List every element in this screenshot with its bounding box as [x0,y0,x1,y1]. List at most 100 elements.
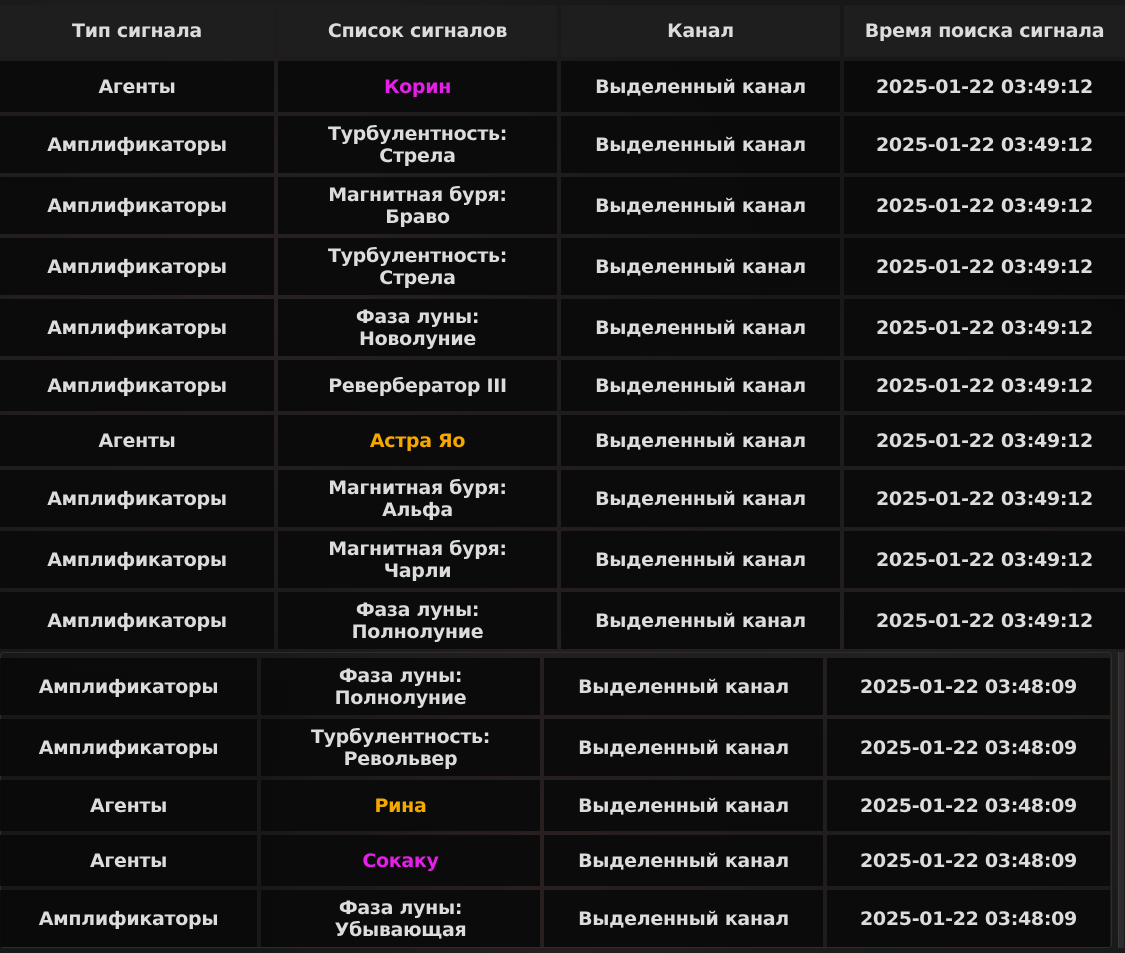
signal-name-cell-text: Турбулентность: Стрела [327,122,508,167]
header-signal-type: Тип сигнала [0,5,274,57]
header-signal-list: Список сигналов [278,5,557,57]
search-time-cell: 2025-01-22 03:49:12 [844,470,1125,527]
search-time-cell-text: 2025-01-22 03:49:12 [876,133,1093,156]
signal-type-cell-text: Амплификаторы [47,609,227,632]
signal-type-cell-text: Амплификаторы [38,736,219,759]
signal-name-cell-text: Турбулентность: Стрела [327,244,508,289]
channel-cell: Выделенный канал [561,531,840,588]
search-time-cell: 2025-01-22 03:49:12 [844,592,1125,649]
signal-type-cell: Амплификаторы [0,890,257,947]
search-time-cell-text: 2025-01-22 03:49:12 [876,487,1093,510]
signal-type-cell-text: Амплификаторы [38,675,219,698]
search-time-cell-text: 2025-01-22 03:49:12 [876,316,1093,339]
channel-cell: Выделенный канал [561,116,840,173]
signal-name-cell: Магнитная буря: Чарли [278,531,557,588]
signal-type-cell: Агенты [0,835,257,886]
signal-name-cell: Фаза луны: Полнолуние [278,592,557,649]
channel-cell-text: Выделенный канал [595,133,806,156]
channel-cell: Выделенный канал [561,177,840,234]
search-time-cell: 2025-01-22 03:48:09 [827,719,1110,776]
channel-cell-text: Выделенный канал [578,794,789,817]
channel-cell: Выделенный канал [544,835,823,886]
search-time-cell: 2025-01-22 03:48:09 [827,658,1110,715]
search-time-cell-text: 2025-01-22 03:48:09 [860,907,1077,930]
search-time-cell-text: 2025-01-22 03:49:12 [876,609,1093,632]
search-time-cell: 2025-01-22 03:49:12 [844,415,1125,466]
channel-cell: Выделенный канал [561,592,840,649]
signal-name-cell: Реверберaтор III [278,360,557,411]
search-time-cell-text: 2025-01-22 03:49:12 [876,548,1093,571]
search-time-cell-text: 2025-01-22 03:48:09 [860,794,1077,817]
search-time-cell-text: 2025-01-22 03:49:12 [876,75,1093,98]
signal-name-cell-text: Фаза луны: Полнолуние [351,598,484,643]
header-channel: Канал [561,5,840,57]
channel-cell-text: Выделенный канал [595,609,806,632]
signal-type-cell-text: Амплификаторы [47,548,227,571]
scrollbar[interactable] [1118,652,1124,948]
search-time-cell: 2025-01-22 03:48:09 [827,835,1110,886]
signal-name-cell: Корин [278,61,557,112]
signal-type-cell: Агенты [0,780,257,831]
signal-type-cell-text: Амплификаторы [47,374,227,397]
search-time-cell: 2025-01-22 03:49:12 [844,116,1125,173]
channel-cell-text: Выделенный канал [595,429,806,452]
header-search-time: Время поиска сигнала [844,5,1125,57]
signal-type-cell: Амплификаторы [0,360,274,411]
signal-type-cell: Амплификаторы [0,719,257,776]
channel-cell-text: Выделенный канал [595,316,806,339]
search-time-cell: 2025-01-22 03:49:12 [844,360,1125,411]
signal-name-cell-text: Турбулентность: Револьвер [310,725,491,770]
signal-name-cell: Фаза луны: Полнолуние [261,658,540,715]
signal-type-cell: Амплификаторы [0,592,274,649]
search-time-cell-text: 2025-01-22 03:49:12 [876,255,1093,278]
signal-type-cell: Амплификаторы [0,658,257,715]
channel-cell-text: Выделенный канал [595,255,806,278]
channel-cell-text: Выделенный канал [578,849,789,872]
signal-type-cell-text: Амплификаторы [47,133,227,156]
signal-name-cell: Магнитная буря: Браво [278,177,557,234]
channel-cell: Выделенный канал [561,61,840,112]
signal-type-cell-text: Амплификаторы [47,194,227,217]
signal-table-current-page: Тип сигнала Список сигналов Канал Время … [0,5,1125,649]
search-time-cell-text: 2025-01-22 03:49:12 [876,429,1093,452]
signal-name-cell-text: Астра Яо [369,429,466,452]
signal-type-cell-text: Амплификаторы [47,487,227,510]
search-time-cell: 2025-01-22 03:49:12 [844,61,1125,112]
signal-name-cell: Турбулентность: Револьвер [261,719,540,776]
channel-cell: Выделенный канал [544,719,823,776]
signal-name-cell: Астра Яо [278,415,557,466]
signal-name-cell: Турбулентность: Стрела [278,116,557,173]
signal-name-cell: Сокаку [261,835,540,886]
signal-name-cell: Фаза луны: Новолуние [278,299,557,356]
signal-type-cell: Агенты [0,415,274,466]
signal-table-previous-batch: Амплификаторы Фаза луны: Полнолуние Выделе… [0,658,1110,947]
signal-type-cell-text: Агенты [89,794,168,817]
signal-type-cell-text: Амплификаторы [38,907,219,930]
channel-cell: Выделенный канал [561,470,840,527]
signal-type-cell-text: Агенты [89,849,168,872]
channel-cell: Выделенный канал [544,780,823,831]
signal-name-cell-text: Сокаку [362,849,439,872]
signal-name-cell-text: Корин [383,75,452,98]
channel-cell-text: Выделенный канал [578,907,789,930]
channel-cell-text: Выделенный канал [595,548,806,571]
search-time-cell: 2025-01-22 03:49:12 [844,238,1125,295]
signal-name-cell-text: Фаза луны: Полнолуние [334,664,467,709]
channel-cell-text: Выделенный канал [595,75,806,98]
channel-cell-text: Выделенный канал [578,736,789,759]
search-time-cell-text: 2025-01-22 03:48:09 [860,736,1077,759]
signal-type-cell-text: Амплификаторы [47,316,227,339]
search-time-cell: 2025-01-22 03:48:09 [827,780,1110,831]
signal-name-cell-text: Рина [374,794,427,817]
signal-type-cell-text: Агенты [98,75,176,98]
signal-name-cell-text: Магнитная буря: Альфа [328,476,507,521]
signal-name-cell-text: Магнитная буря: Браво [328,183,507,228]
search-time-cell: 2025-01-22 03:49:12 [844,299,1125,356]
channel-cell: Выделенный канал [544,890,823,947]
signal-name-cell-text: Магнитная буря: Чарли [328,537,507,582]
channel-cell: Выделенный канал [561,415,840,466]
channel-cell: Выделенный канал [544,658,823,715]
signal-type-cell: Амплификаторы [0,470,274,527]
channel-cell: Выделенный канал [561,360,840,411]
signal-type-cell-text: Агенты [98,429,176,452]
